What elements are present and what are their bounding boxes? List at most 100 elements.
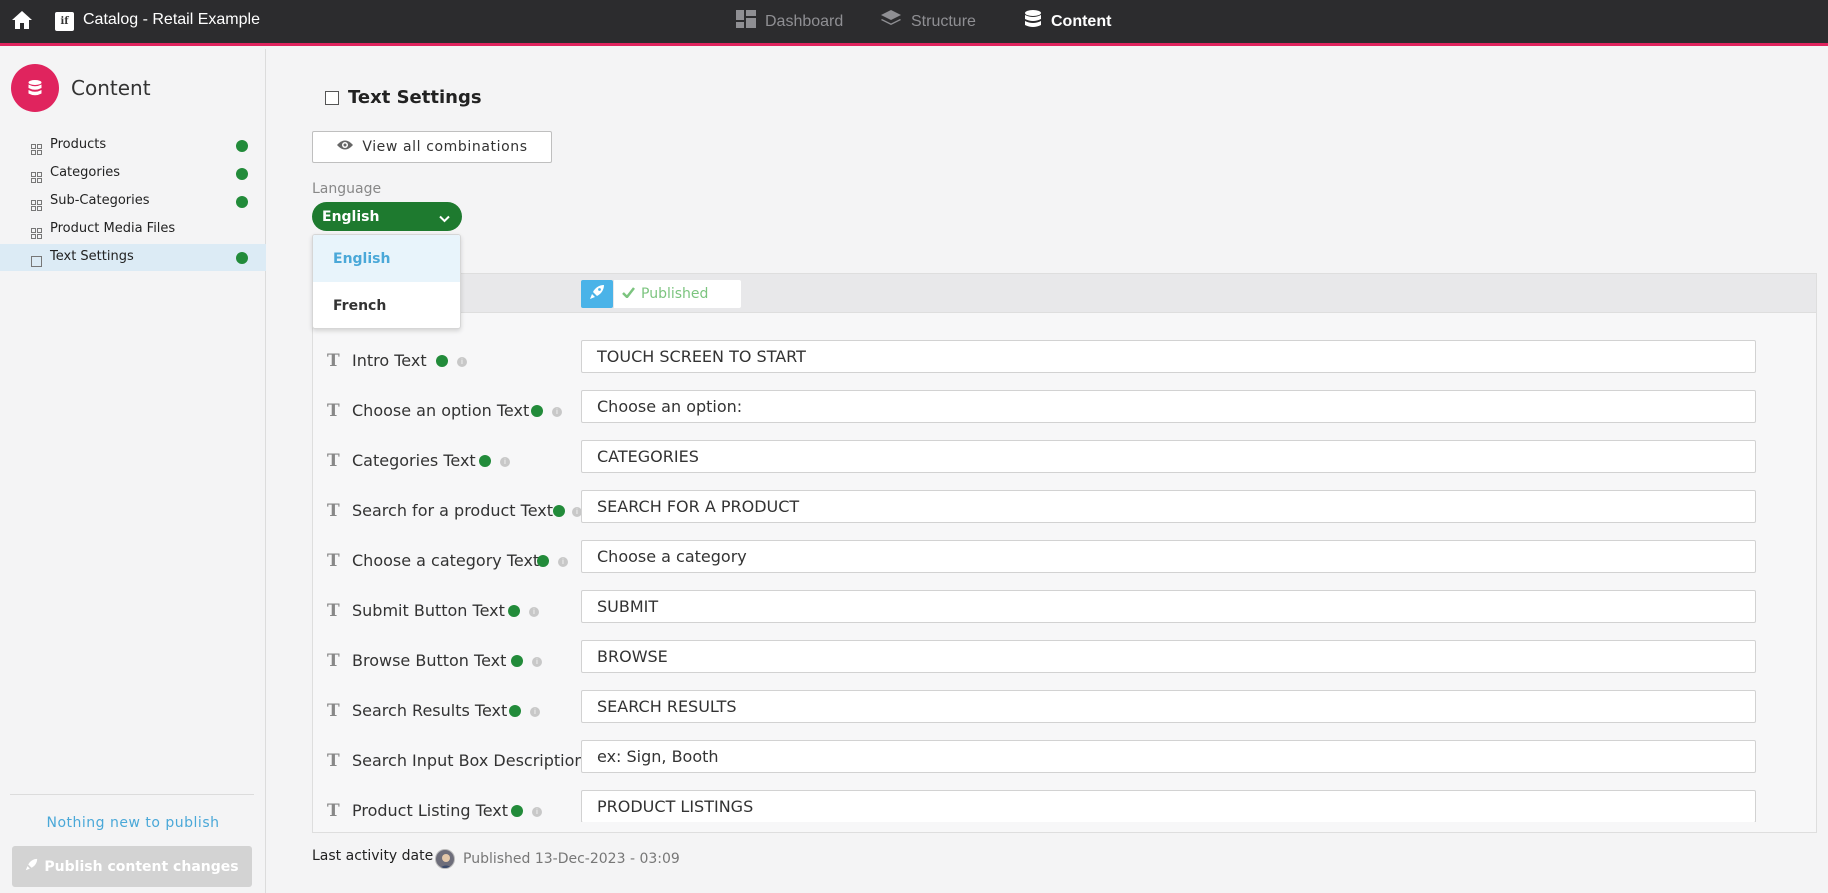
topnav-structure[interactable]: Structure [880,0,976,43]
info-icon[interactable]: i [558,557,568,567]
field-input[interactable]: PRODUCT LISTINGS [581,790,1756,822]
status-label: Published [641,286,709,302]
publish-rocket-button[interactable] [581,280,613,308]
text-type-icon: T [327,551,340,571]
sidebar-item-products[interactable]: Products [0,132,266,159]
status-dot [511,805,523,817]
language-option-french[interactable]: French [313,282,460,328]
sidebar-item-categories[interactable]: Categories [0,160,266,187]
database-icon [1024,9,1042,34]
language-option-english[interactable]: English [313,235,460,282]
info-icon[interactable]: i [500,457,510,467]
grid-icon [31,168,42,187]
info-icon[interactable]: i [530,707,540,717]
field-row-product-listing-text: T Product Listing Text i PRODUCT LISTING… [313,790,1816,822]
home-button[interactable] [0,0,44,43]
grid-icon [31,140,42,159]
page-title: Text Settings [348,87,482,108]
app-logo: if [55,12,74,31]
field-label: Product Listing Text [352,801,508,820]
field-input[interactable]: CATEGORIES [581,440,1756,473]
field-label: Categories Text [352,451,476,470]
text-type-icon: T [327,801,340,821]
text-type-icon: T [327,601,340,621]
square-icon [31,252,42,271]
nothing-to-publish-text: Nothing new to publish [46,815,220,831]
sidebar-item-text-settings[interactable]: Text Settings [0,244,266,271]
status-dot [511,655,523,667]
field-input[interactable]: Choose a category [581,540,1756,573]
field-input[interactable]: SEARCH RESULTS [581,690,1756,723]
language-select[interactable]: English [312,202,462,231]
publish-content-button[interactable]: Publish content changes [12,846,252,887]
field-row-intro-text: T Intro Text i TOUCH SCREEN TO START [313,340,1816,390]
field-row-search-results-text: T Search Results Text i SEARCH RESULTS [313,690,1816,740]
check-icon [622,286,635,302]
topnav-content[interactable]: Content [1024,0,1111,43]
field-row-categories-text: T Categories Text i CATEGORIES [313,440,1816,490]
info-icon[interactable]: i [529,607,539,617]
sidebar-item-label: Categories [50,165,121,180]
home-icon [11,10,33,34]
sidebar: Content Products Categories Sub-Categori… [0,49,266,893]
info-icon[interactable]: i [532,657,542,667]
field-label: Search Input Box Description [352,751,585,770]
field-row-choose-option-text: T Choose an option Text i Choose an opti… [313,390,1816,440]
avatar [435,849,455,869]
sidebar-item-label: Product Media Files [50,221,176,236]
sidebar-item-product-media-files[interactable]: Product Media Files [0,216,266,243]
field-input[interactable]: Choose an option: [581,390,1756,423]
topnav-dashboard-label: Dashboard [765,12,844,30]
text-type-icon: T [327,501,340,521]
status-dot [236,140,248,152]
info-icon[interactable]: i [457,357,467,367]
grid-icon [31,224,42,243]
field-input[interactable]: ex: Sign, Booth [581,740,1756,773]
field-label: Choose a category Text [352,551,540,570]
text-type-icon: T [327,451,340,471]
status-badge: Published [614,280,741,308]
topnav-content-label: Content [1051,12,1112,30]
status-dot [509,705,521,717]
chevron-down-icon [439,211,450,227]
eye-icon [336,139,354,155]
sidebar-item-sub-categories[interactable]: Sub-Categories [0,188,266,215]
field-input[interactable]: SEARCH FOR A PRODUCT [581,490,1756,523]
status-dot [531,405,543,417]
text-type-icon: T [327,351,340,371]
text-type-icon: T [327,751,340,771]
field-row-choose-category-text: T Choose a category Text i Choose a cate… [313,540,1816,590]
app-title[interactable]: Catalog - Retail Example [83,11,260,29]
sidebar-item-label: Sub-Categories [50,193,150,208]
field-label: Choose an option Text [352,401,530,420]
layers-icon [880,9,902,34]
status-dot [236,196,248,208]
status-dot [436,355,448,367]
status-dot [236,168,248,180]
text-settings-panel: Published T Intro Text i TOUCH SCREEN TO… [312,273,1817,833]
status-dot [236,252,248,264]
content-section-icon [11,64,59,112]
status-dot [479,455,491,467]
panel-header: Published [313,274,1816,313]
field-row-browse-button-text: T Browse Button Text i BROWSE [313,640,1816,690]
field-label: Intro Text [352,351,427,370]
field-label: Search for a product Text [352,501,554,520]
topnav-dashboard[interactable]: Dashboard [736,0,843,43]
dashboard-icon [736,10,756,33]
publish-content-label: Publish content changes [44,858,239,875]
sidebar-item-label: Text Settings [50,249,134,264]
view-all-combinations-button[interactable]: View all combinations [312,131,552,163]
status-dot [508,605,520,617]
field-input[interactable]: BROWSE [581,640,1756,673]
field-input[interactable]: TOUCH SCREEN TO START [581,340,1756,373]
status-dot [537,555,549,567]
field-row-search-input-description: T Search Input Box Description ex: Sign,… [313,740,1816,790]
grid-icon [31,196,42,215]
info-icon[interactable]: i [532,807,542,817]
field-input[interactable]: SUBMIT [581,590,1756,623]
language-label: Language [312,181,382,197]
info-icon[interactable]: i [552,407,562,417]
language-dropdown-menu: English French [312,234,461,329]
sidebar-item-label: Products [50,137,107,152]
